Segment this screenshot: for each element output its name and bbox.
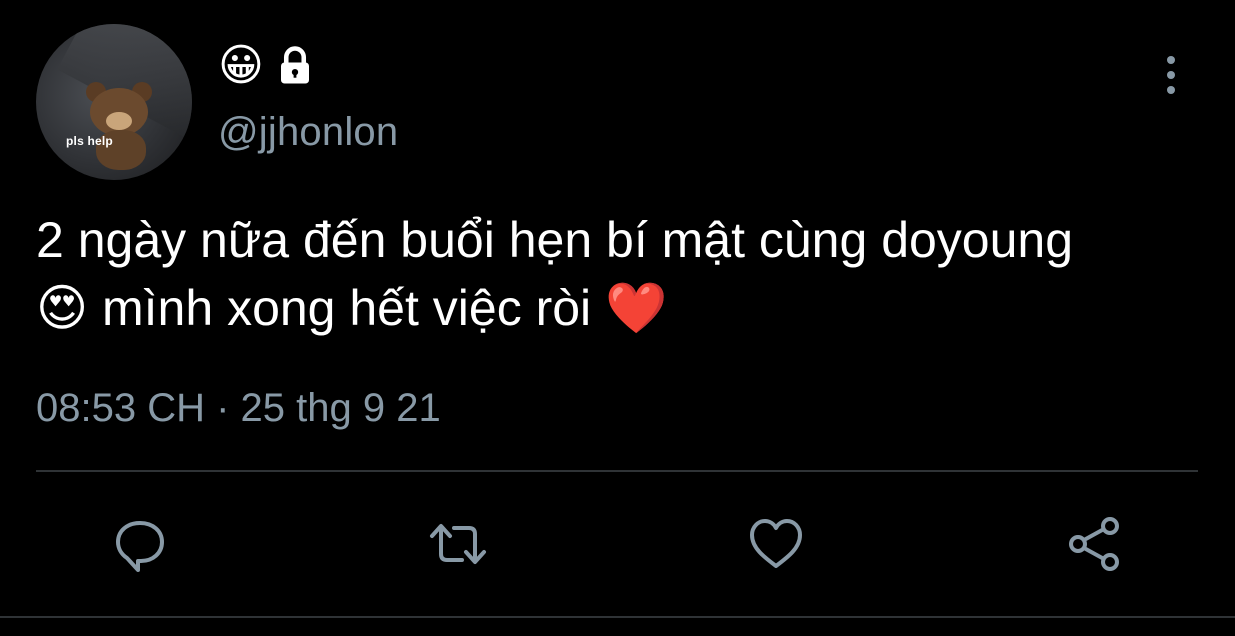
tweet-timestamp[interactable]: 08:53 CH · 25 thg 9 21 xyxy=(36,386,441,431)
more-options-icon[interactable] xyxy=(1160,54,1182,96)
reply-icon xyxy=(116,521,164,572)
tweet-detail: pls help 😀 @jjhonlon 2 ngày nữa đến buổi… xyxy=(0,0,1235,636)
share-icon xyxy=(1069,517,1119,571)
display-name-emoji: 😀 xyxy=(218,41,264,90)
retweet-button[interactable] xyxy=(428,514,488,574)
like-button[interactable] xyxy=(746,514,806,574)
retweet-icon xyxy=(430,524,486,564)
teddy-bear-image xyxy=(84,82,154,170)
lock-icon xyxy=(274,45,316,87)
reply-button[interactable] xyxy=(110,514,170,574)
tweet-text: 2 ngày nữa đến buổi hẹn bí mật cùng doyo… xyxy=(36,212,1074,336)
divider-bottom xyxy=(0,616,1235,618)
heart-icon xyxy=(750,519,802,568)
avatar-caption: pls help xyxy=(66,134,113,148)
avatar[interactable]: pls help xyxy=(36,24,192,180)
bear-muzzle xyxy=(106,112,132,130)
user-handle[interactable]: @jjhonlon xyxy=(218,110,398,155)
display-name[interactable]: 😀 xyxy=(218,40,316,92)
share-button[interactable] xyxy=(1064,514,1124,574)
divider xyxy=(36,470,1198,472)
